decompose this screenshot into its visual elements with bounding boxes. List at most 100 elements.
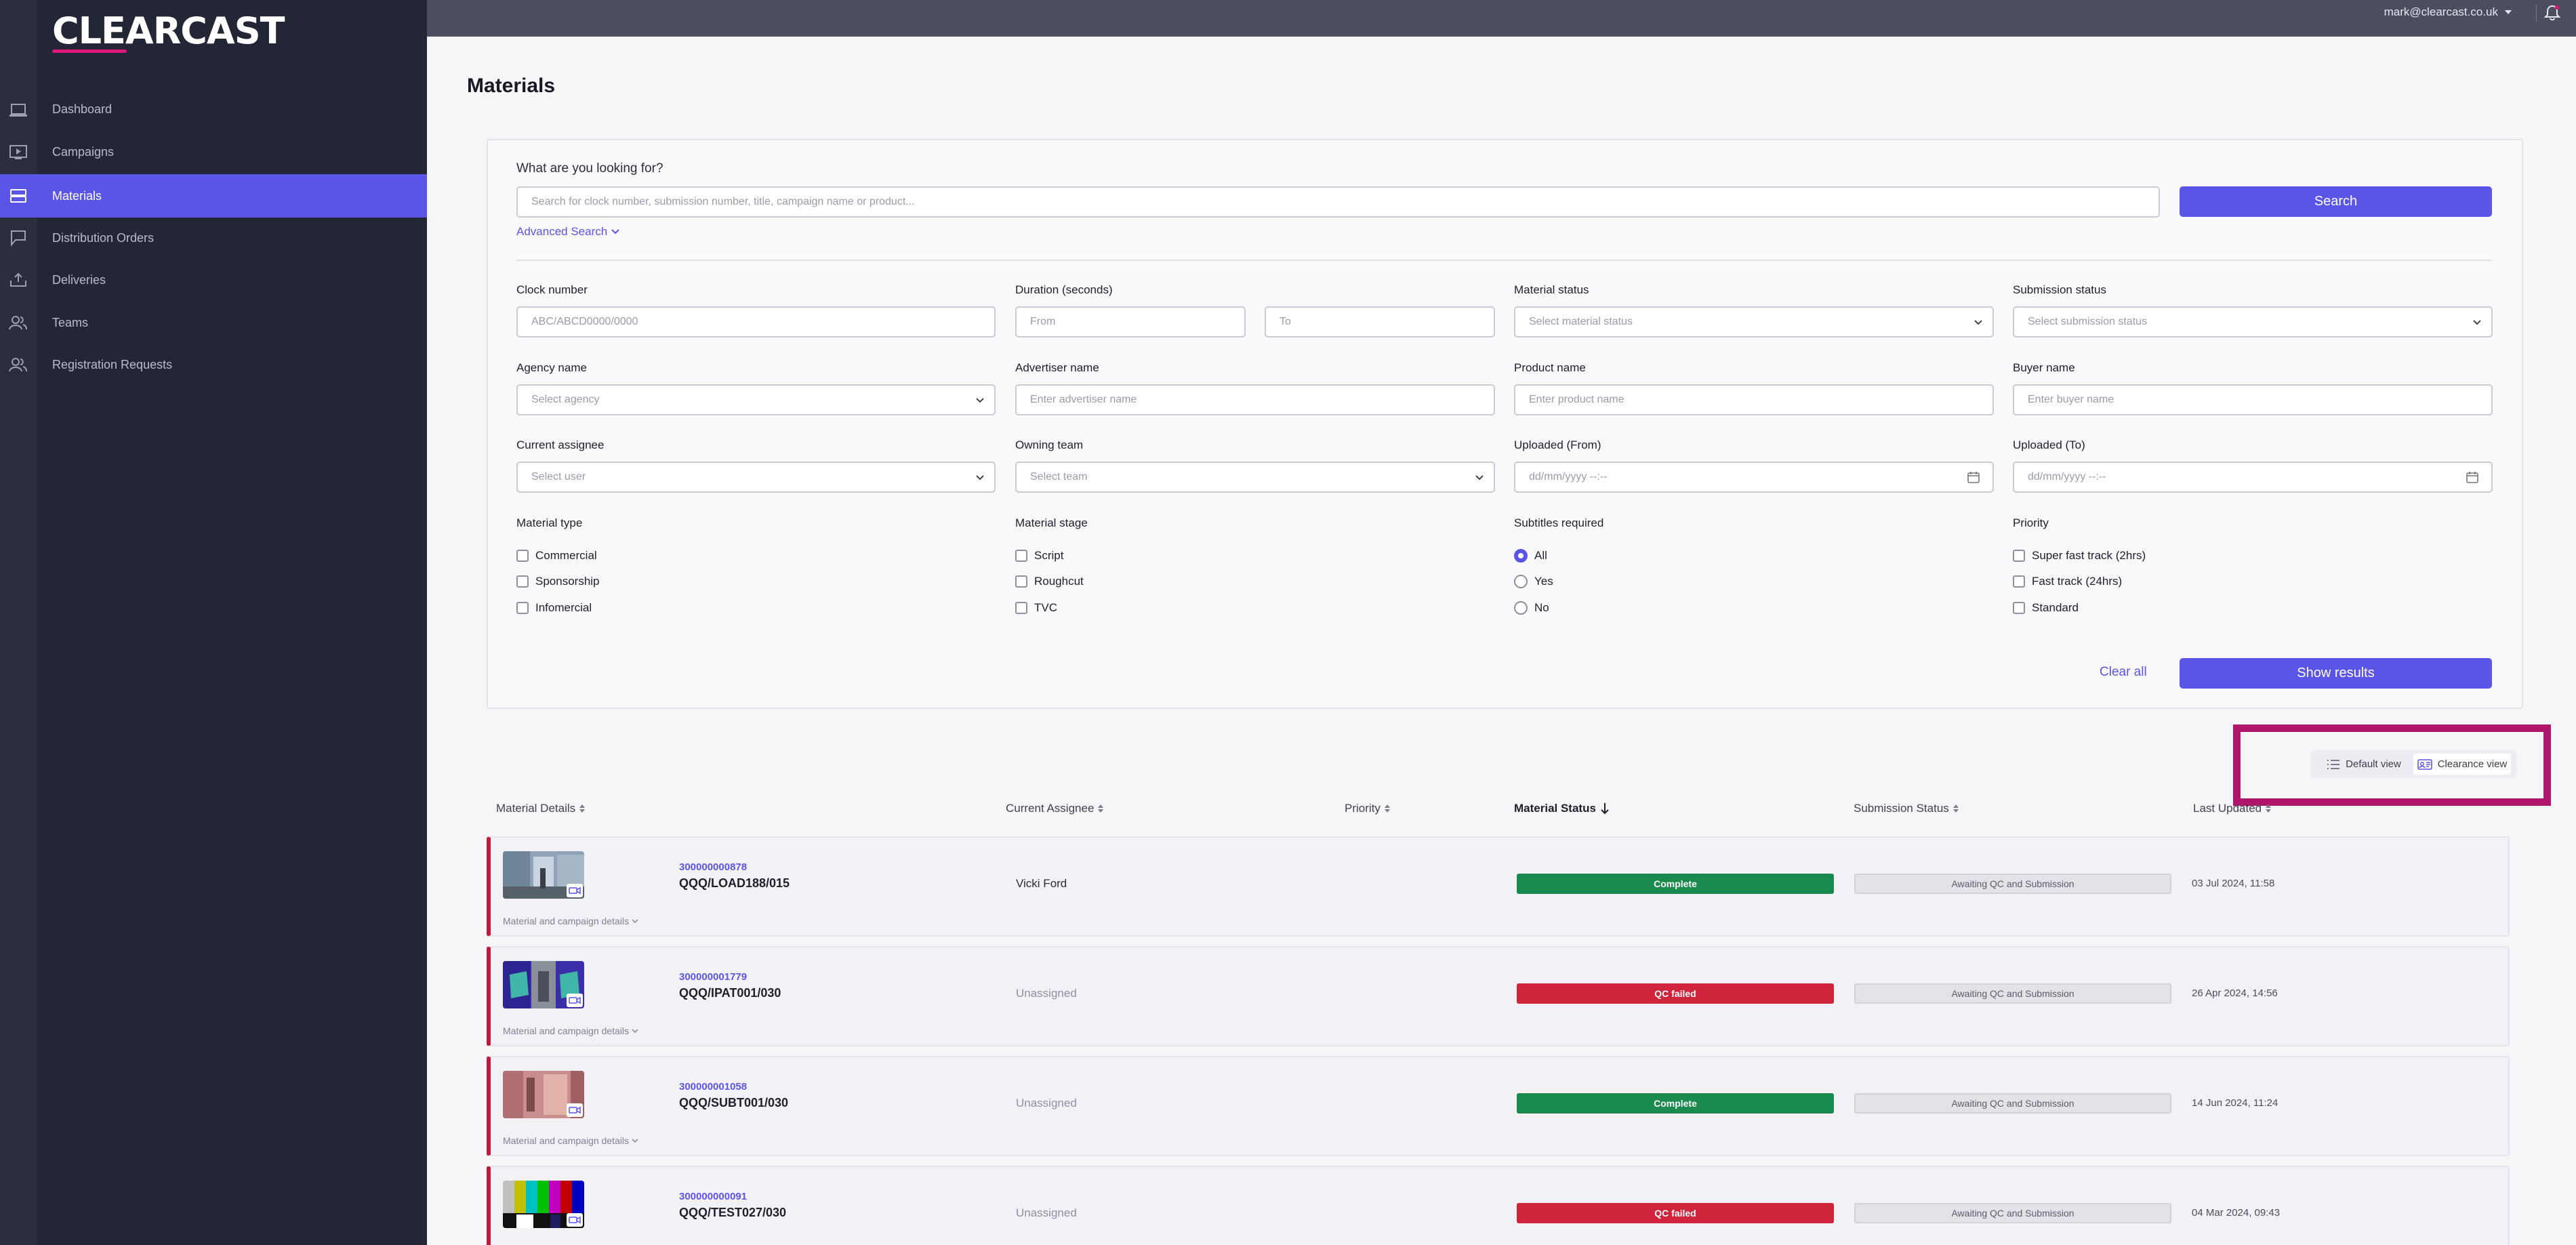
user-menu[interactable]: mark@clearcast.co.uk bbox=[2384, 5, 2512, 19]
radio-button[interactable] bbox=[1514, 601, 1528, 615]
checkbox[interactable] bbox=[2013, 550, 2025, 562]
thumbnail-image[interactable] bbox=[503, 961, 584, 1008]
checkbox[interactable] bbox=[1015, 575, 1027, 588]
checkbox-super-fast-track[interactable]: Super fast track (2hrs) bbox=[2013, 548, 2146, 563]
checkbox-commercial[interactable]: Commercial bbox=[516, 548, 597, 563]
material-reference: QQQ/SUBT001/030 bbox=[679, 1096, 789, 1109]
search-input[interactable] bbox=[516, 186, 2160, 218]
advertiser-input[interactable]: Enter advertiser name bbox=[1015, 384, 1495, 415]
calendar-icon[interactable] bbox=[1967, 470, 1980, 484]
thumbnail-image[interactable] bbox=[503, 851, 584, 899]
checkbox-standard[interactable]: Standard bbox=[2013, 600, 2079, 615]
team-placeholder: Select team bbox=[1030, 471, 1088, 483]
clock-number-link[interactable]: 300000000878 bbox=[679, 861, 747, 873]
checkbox-sponsorship[interactable]: Sponsorship bbox=[516, 574, 600, 589]
arrow-down-icon bbox=[1601, 803, 1609, 815]
clock-number-link[interactable]: 300000000091 bbox=[679, 1191, 747, 1202]
submission-status-badge: Awaiting QC and Submission bbox=[1854, 1093, 2171, 1114]
material-status-select[interactable]: Select material status bbox=[1514, 306, 1994, 338]
radio-button[interactable] bbox=[1514, 575, 1528, 588]
duration-to-input[interactable]: To bbox=[1265, 306, 1495, 338]
team-label: Owning team bbox=[1015, 438, 1084, 451]
checkbox[interactable] bbox=[516, 550, 529, 562]
people-icon[interactable] bbox=[8, 356, 28, 373]
checkbox-infomercial[interactable]: Infomercial bbox=[516, 600, 592, 615]
uploaded-from-label: Uploaded (From) bbox=[1514, 438, 1601, 451]
checkbox[interactable] bbox=[1015, 602, 1027, 614]
sort-icon bbox=[579, 804, 586, 813]
logo[interactable]: CLEARCAST bbox=[52, 11, 285, 52]
upload-tray-icon[interactable] bbox=[8, 271, 28, 289]
radio-button[interactable] bbox=[1514, 549, 1528, 563]
material-campaign-details-toggle[interactable]: Material and campaign details bbox=[503, 1135, 638, 1146]
duration-to-placeholder: To bbox=[1280, 316, 1291, 327]
checkbox-tvc[interactable]: TVC bbox=[1015, 600, 1057, 615]
sidebar-item-registration-requests[interactable]: Registration Requests bbox=[37, 343, 427, 386]
table-row[interactable]: 300000000091 QQQ/TEST027/030 Unassigned … bbox=[487, 1166, 2510, 1245]
clock-number-link[interactable]: 300000001058 bbox=[679, 1081, 747, 1093]
table-row[interactable]: Material and campaign details 3000000008… bbox=[487, 836, 2510, 937]
sidebar-item-campaigns[interactable]: Campaigns bbox=[37, 130, 427, 174]
show-results-button[interactable]: Show results bbox=[2180, 658, 2492, 689]
material-status-badge: Complete bbox=[1517, 1093, 1834, 1114]
product-input[interactable]: Enter product name bbox=[1514, 384, 1994, 415]
laptop-icon[interactable] bbox=[8, 102, 28, 119]
clock-number-link[interactable]: 300000001779 bbox=[679, 971, 747, 983]
agency-select[interactable]: Select agency bbox=[516, 384, 996, 415]
column-header-material-details[interactable]: Material Details bbox=[496, 802, 586, 815]
thumbnail-image[interactable] bbox=[503, 1071, 584, 1118]
column-header-last-updated[interactable]: Last Updated bbox=[2193, 802, 2272, 815]
thumbnail-image[interactable] bbox=[503, 1181, 584, 1228]
clock-number-input[interactable]: ABC/ABCD0000/0000 bbox=[516, 306, 996, 338]
sidebar-item-teams[interactable]: Teams bbox=[37, 301, 427, 344]
flag-icon[interactable] bbox=[8, 229, 28, 247]
radio-label: No bbox=[1534, 601, 1549, 614]
uploaded-to-input[interactable]: dd/mm/yyyy --:-- bbox=[2013, 462, 2493, 493]
stack-icon[interactable] bbox=[8, 187, 28, 205]
column-header-priority[interactable]: Priority bbox=[1345, 802, 1390, 815]
buyer-input[interactable]: Enter buyer name bbox=[2013, 384, 2493, 415]
video-camera-icon bbox=[567, 884, 583, 897]
checkbox[interactable] bbox=[516, 602, 529, 614]
submission-status-badge: Awaiting QC and Submission bbox=[1854, 1203, 2171, 1223]
assignee-select[interactable]: Select user bbox=[516, 462, 996, 493]
radio-yes[interactable]: Yes bbox=[1514, 574, 1553, 589]
column-header-current-assignee[interactable]: Current Assignee bbox=[1006, 802, 1104, 815]
bell-icon[interactable] bbox=[2543, 4, 2561, 22]
advertiser-label: Advertiser name bbox=[1015, 361, 1099, 374]
duration-from-input[interactable]: From bbox=[1015, 306, 1246, 338]
checkbox[interactable] bbox=[2013, 602, 2025, 614]
radio-no[interactable]: No bbox=[1514, 600, 1549, 615]
sidebar-item-materials[interactable]: Materials bbox=[37, 174, 427, 218]
sidebar-item-deliveries[interactable]: Deliveries bbox=[37, 258, 427, 302]
advanced-search-toggle[interactable]: Advanced Search bbox=[516, 225, 619, 239]
column-header-material-status[interactable]: Material Status bbox=[1514, 802, 1610, 815]
team-select[interactable]: Select team bbox=[1015, 462, 1495, 493]
clear-all-link[interactable]: Clear all bbox=[2100, 665, 2147, 680]
table-row[interactable]: Material and campaign details 3000000010… bbox=[487, 1056, 2510, 1156]
calendar-icon[interactable] bbox=[2466, 470, 2479, 484]
user-email: mark@clearcast.co.uk bbox=[2384, 5, 2498, 18]
checkbox-script[interactable]: Script bbox=[1015, 548, 1063, 563]
column-header-label: Priority bbox=[1345, 802, 1381, 815]
search-button[interactable]: Search bbox=[2180, 186, 2492, 217]
people-icon[interactable] bbox=[8, 314, 28, 331]
sidebar-item-dashboard[interactable]: Dashboard bbox=[37, 87, 427, 131]
checkbox[interactable] bbox=[516, 575, 529, 588]
play-screen-icon[interactable] bbox=[8, 144, 28, 161]
uploaded-from-input[interactable]: dd/mm/yyyy --:-- bbox=[1514, 462, 1994, 493]
column-header-submission-status[interactable]: Submission Status bbox=[1854, 802, 1959, 815]
checkbox[interactable] bbox=[2013, 575, 2025, 588]
checkbox[interactable] bbox=[1015, 550, 1027, 562]
subtitles-label: Subtitles required bbox=[1514, 516, 1604, 529]
material-campaign-details-toggle[interactable]: Material and campaign details bbox=[503, 916, 638, 926]
checkbox-fast-track[interactable]: Fast track (24hrs) bbox=[2013, 574, 2122, 589]
submission-status-select[interactable]: Select submission status bbox=[2013, 306, 2493, 338]
table-row[interactable]: Material and campaign details 3000000017… bbox=[487, 946, 2510, 1046]
checkbox-label: Sponsorship bbox=[535, 575, 600, 588]
sidebar-item-distribution-orders[interactable]: Distribution Orders bbox=[37, 216, 427, 260]
material-campaign-details-toggle[interactable]: Material and campaign details bbox=[503, 1025, 638, 1036]
checkbox-roughcut[interactable]: Roughcut bbox=[1015, 574, 1084, 589]
uploaded-from-placeholder: dd/mm/yyyy --:-- bbox=[1529, 471, 1608, 483]
radio-all[interactable]: All bbox=[1514, 548, 1547, 563]
